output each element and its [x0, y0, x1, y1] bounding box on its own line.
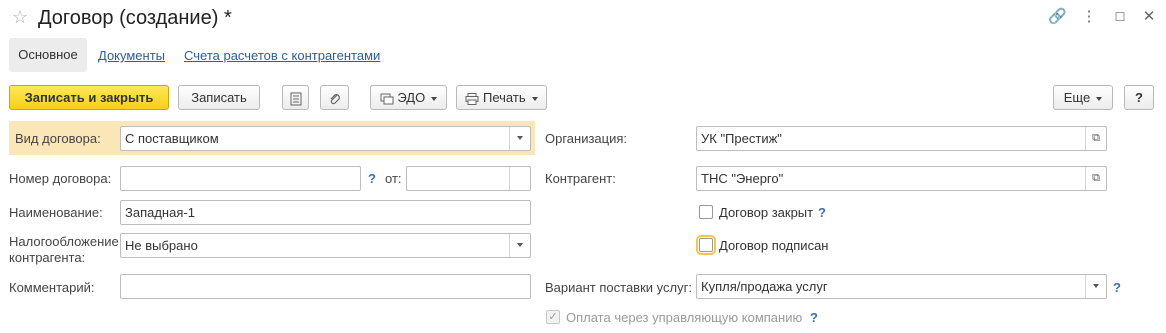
- taxation-label-line1: Налогообложение: [9, 234, 119, 249]
- chevron-down-icon: [431, 96, 438, 101]
- pay-via-mc-checkbox: ✓: [546, 310, 560, 324]
- tab-documents[interactable]: Документы: [98, 48, 165, 64]
- dropdown-button[interactable]: [509, 234, 530, 257]
- restore-icon[interactable]: ☐: [1111, 8, 1129, 26]
- edo-icon: [380, 93, 394, 105]
- link-icon[interactable]: 🔗: [1048, 8, 1067, 26]
- edo-label: ЭДО: [397, 90, 426, 105]
- more-menu-button[interactable]: Еще: [1053, 85, 1113, 110]
- chevron-down-icon: [531, 96, 538, 101]
- comment-label: Комментарий:: [9, 280, 95, 295]
- contract-closed-checkbox[interactable]: [699, 205, 713, 219]
- open-icon: ⧉: [1092, 172, 1100, 184]
- tab-main[interactable]: Основное: [9, 38, 87, 72]
- attach-files-button[interactable]: [320, 85, 349, 110]
- more-icon[interactable]: ⋮: [1080, 8, 1098, 26]
- service-variant-label: Вариант поставки услуг:: [545, 280, 692, 295]
- service-variant-select[interactable]: Купля/продажа услуг: [696, 274, 1107, 299]
- help-mark[interactable]: ?: [1113, 280, 1121, 296]
- organization-label: Организация:: [545, 131, 628, 146]
- contract-type-select[interactable]: С поставщиком: [120, 126, 531, 151]
- service-variant-value: Купля/продажа услуг: [701, 279, 828, 294]
- close-icon[interactable]: ✕: [1140, 8, 1158, 26]
- taxation-select[interactable]: Не выбрано: [120, 233, 531, 258]
- contract-signed-checkbox[interactable]: [696, 235, 716, 255]
- favorite-star-icon[interactable]: ☆: [12, 7, 28, 27]
- contract-signed-label[interactable]: Договор подписан: [719, 238, 828, 254]
- counterparty-label: Контрагент:: [545, 171, 616, 186]
- edo-menu-button[interactable]: ЭДО: [370, 85, 447, 110]
- chevron-down-icon: [1093, 284, 1099, 289]
- organization-value: УК "Престиж": [701, 131, 782, 146]
- contract-type-label: Вид договора:: [15, 131, 101, 146]
- help-button[interactable]: ?: [1124, 85, 1154, 110]
- help-mark[interactable]: ?: [810, 310, 818, 326]
- document-journal-button[interactable]: [282, 85, 309, 110]
- print-label: Печать: [483, 90, 526, 105]
- taxation-value: Не выбрано: [125, 238, 198, 253]
- calendar-button[interactable]: [509, 167, 530, 190]
- organization-input[interactable]: УК "Престиж" ⧉: [696, 126, 1107, 151]
- paperclip-icon: [330, 93, 340, 104]
- dropdown-button[interactable]: [1085, 275, 1106, 298]
- name-label: Наименование:: [9, 205, 103, 220]
- open-organization-button[interactable]: ⧉: [1085, 127, 1106, 150]
- more-label: Еще: [1063, 90, 1091, 105]
- contract-number-input[interactable]: [120, 166, 361, 191]
- chevron-down-icon: [1096, 96, 1103, 101]
- open-icon: ⧉: [1092, 132, 1100, 144]
- date-from-label: от:: [385, 171, 402, 186]
- print-menu-button[interactable]: Печать: [456, 85, 547, 110]
- chevron-down-icon: [517, 136, 523, 141]
- save-button[interactable]: Записать: [178, 85, 260, 110]
- tab-settlement-accounts[interactable]: Счета расчетов с контрагентами: [184, 48, 380, 64]
- comment-input[interactable]: [120, 274, 531, 299]
- open-counterparty-button[interactable]: ⧉: [1085, 167, 1106, 190]
- printer-icon: [465, 92, 479, 105]
- counterparty-input[interactable]: ТНС "Энерго" ⧉: [696, 166, 1107, 191]
- contract-number-label: Номер договора:: [9, 171, 112, 186]
- contract-closed-label[interactable]: Договор закрыт: [719, 205, 813, 221]
- save-and-close-button[interactable]: Записать и закрыть: [9, 85, 169, 110]
- help-mark[interactable]: ?: [368, 171, 376, 187]
- contract-date-input[interactable]: . .: [406, 166, 531, 191]
- contract-type-value: С поставщиком: [125, 131, 219, 146]
- counterparty-value: ТНС "Энерго": [701, 171, 784, 186]
- pay-via-mc-label: Оплата через управляющую компанию: [566, 310, 803, 325]
- window-title: Договор (создание) *: [38, 7, 232, 29]
- dropdown-button[interactable]: [509, 127, 530, 150]
- document-list-icon: [290, 92, 301, 106]
- chevron-down-icon: [517, 243, 523, 248]
- taxation-label-line2: контрагента:: [9, 250, 86, 265]
- help-mark[interactable]: ?: [818, 205, 826, 221]
- name-input[interactable]: Западная-1: [120, 200, 531, 225]
